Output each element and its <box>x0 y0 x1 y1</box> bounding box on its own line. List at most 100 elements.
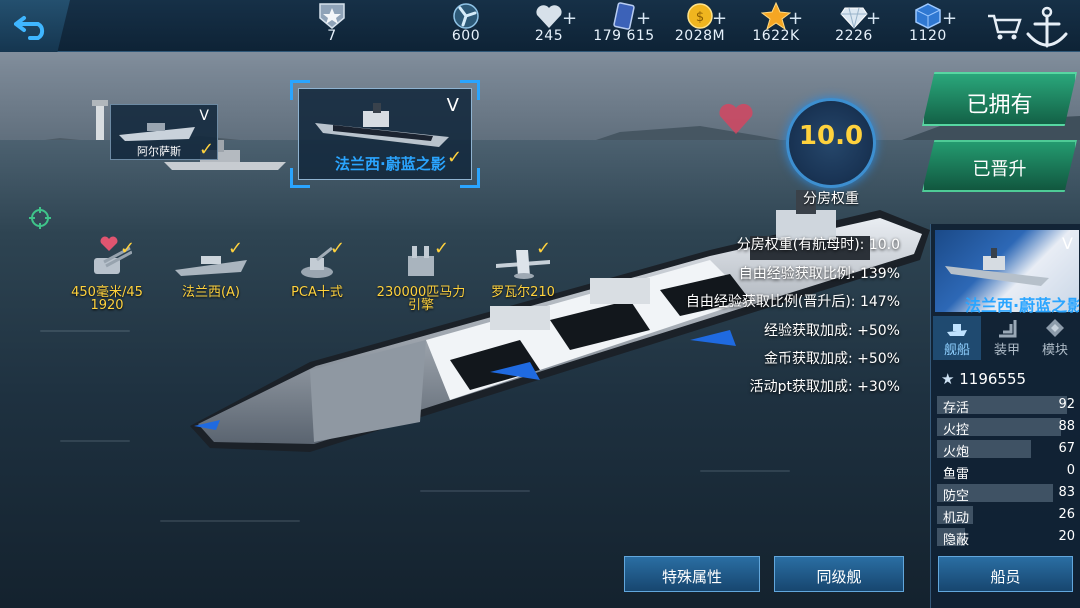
ship-name: 法兰西·蔚蓝之影 <box>335 155 446 173</box>
ship-silhouette-icon <box>945 248 1049 286</box>
equipment-aircraft[interactable]: 罗瓦尔210 <box>478 242 568 299</box>
equipment-label: 罗瓦尔210 <box>491 285 555 300</box>
check-icon: ✓ <box>447 147 463 168</box>
power-value: 1196555 <box>959 370 1027 388</box>
ship-thumbnail[interactable]: V 法兰西·蔚蓝之影 <box>935 230 1079 315</box>
selection-corner <box>290 80 310 100</box>
upgraded-label: 已晋升 <box>972 159 1027 180</box>
tab-label: 舰船 <box>943 343 970 358</box>
attribute-value: 20 <box>1058 529 1075 544</box>
add-cards-icon[interactable]: + <box>636 8 651 29</box>
attribute-row: 鱼雷 0 <box>937 462 1077 482</box>
card-icon <box>613 2 635 30</box>
ship-grade: V <box>199 108 209 124</box>
stat-label: 活动pt获取加成: <box>749 379 853 395</box>
equipment-aa[interactable]: PCA十式 <box>272 242 362 299</box>
special-attributes-button[interactable]: 特殊属性 <box>624 556 760 592</box>
add-cubes-icon[interactable]: + <box>942 8 957 29</box>
equipment-label: 引擎 <box>407 298 434 313</box>
check-icon: ✓ <box>536 238 552 259</box>
selection-corner <box>290 168 310 188</box>
ship-silhouette-icon <box>119 123 195 141</box>
rating-value: 10.0 <box>798 121 864 151</box>
attribute-label: 火炮 <box>943 445 970 460</box>
ship-grade: V <box>446 95 459 116</box>
attribute-label: 火控 <box>943 423 970 438</box>
resource-hearts[interactable]: + 245 <box>524 0 577 52</box>
gold-coin-icon: $ <box>687 3 713 29</box>
owned-label: 已拥有 <box>966 93 1033 118</box>
resource-cards[interactable]: + 179 615 <box>588 0 660 52</box>
rank-badge[interactable]: 7 <box>306 0 358 52</box>
owned-button[interactable]: 已拥有 <box>922 72 1077 126</box>
resource-gold[interactable]: $ + 2028M <box>670 0 730 52</box>
stat-value: 139% <box>859 266 900 282</box>
upgraded-button[interactable]: 已晋升 <box>922 140 1077 192</box>
tab-label: 模块 <box>1041 343 1068 358</box>
stat-label: 经验获取加成: <box>763 323 853 339</box>
attribute-label: 隐蔽 <box>943 533 970 548</box>
stat-row: 自由经验获取比例: 139% <box>739 263 900 283</box>
check-icon: ✓ <box>330 238 346 259</box>
attribute-label: 防空 <box>943 489 970 504</box>
add-gold-icon[interactable]: + <box>712 8 727 29</box>
ship-silhouette-icon <box>315 103 449 147</box>
add-stars-icon[interactable]: + <box>788 8 803 29</box>
attribute-row: 火控 88 <box>937 418 1077 438</box>
heart-decoration-icon <box>719 103 753 134</box>
stat-value: +30% <box>857 379 900 395</box>
tab-label: 装甲 <box>993 343 1020 358</box>
ship-card-selected[interactable]: V 法兰西·蔚蓝之影 ✓ <box>298 88 472 180</box>
wave <box>700 470 790 472</box>
svg-text:$: $ <box>696 10 704 25</box>
add-diamonds-icon[interactable]: + <box>866 8 881 29</box>
add-hearts-icon[interactable]: + <box>562 8 577 29</box>
fuel-value: 600 <box>451 28 481 44</box>
tab-armor[interactable]: 装甲 <box>983 316 1031 360</box>
stat-row: 经验获取加成: +50% <box>764 320 900 340</box>
attribute-value: 0 <box>1066 463 1075 478</box>
target-crosshair-icon[interactable] <box>28 206 52 230</box>
attribute-row: 机动 26 <box>937 506 1077 526</box>
same-class-label: 同级舰 <box>816 568 862 586</box>
attribute-label: 机动 <box>943 511 970 526</box>
check-icon: ✓ <box>434 238 450 259</box>
check-icon: ✓ <box>120 238 136 259</box>
equipment-engine[interactable]: 230000匹马力 引擎 <box>376 242 466 312</box>
anchor-menu-icon[interactable] <box>1020 4 1074 50</box>
same-class-button[interactable]: 同级舰 <box>774 556 904 592</box>
stat-label: 分房权重(有航母时): <box>736 237 865 253</box>
equipment-main-gun[interactable]: 450毫米/45 1920 <box>62 242 152 312</box>
resource-cubes[interactable]: + 1120 <box>902 0 957 52</box>
ship-detail-panel: V 法兰西·蔚蓝之影 舰船 装甲 模块 ★ 1196555 存活 92 火控 8… <box>930 224 1080 608</box>
stat-row: 自由经验获取比例(晋升后): 147% <box>686 291 900 311</box>
back-arrow-icon <box>14 16 45 40</box>
diamond-icon <box>840 7 868 29</box>
resource-diamonds[interactable]: + 2226 <box>826 0 882 52</box>
ship-card-alsace[interactable]: V 阿尔萨斯 ✓ <box>110 104 218 160</box>
attribute-row: 火炮 67 <box>937 440 1077 460</box>
ship-grade: V <box>1062 234 1073 253</box>
attribute-value: 26 <box>1058 507 1075 522</box>
back-button[interactable] <box>0 0 70 52</box>
power-star-icon: ★ <box>941 370 955 388</box>
top-resource-bar: 7 600 + 245 + 179 615 $ + 2028M + 1622K … <box>0 0 1080 52</box>
equipment-label: 法兰西(A) <box>181 285 241 300</box>
attribute-row: 隐蔽 20 <box>937 528 1077 548</box>
tab-ship[interactable]: 舰船 <box>933 316 981 360</box>
stat-row: 金币获取加成: +50% <box>764 348 900 368</box>
rating-circle: 10.0 <box>786 98 876 188</box>
resource-fuel[interactable]: 600 <box>440 0 492 52</box>
diamonds-value: 2226 <box>835 28 873 44</box>
heart-icon <box>536 5 562 28</box>
crew-button[interactable]: 船员 <box>938 556 1073 592</box>
resource-stars[interactable]: + 1622K <box>746 0 806 52</box>
stat-label: 自由经验获取比例(晋升后): <box>685 294 856 310</box>
cards-value: 179 615 <box>593 28 655 44</box>
shop-cart-icon[interactable] <box>986 12 1022 40</box>
combat-power: ★ 1196555 <box>941 370 1026 388</box>
tab-module[interactable]: 模块 <box>1031 316 1079 360</box>
ship-name: 法兰西·蔚蓝之影 <box>965 296 1079 315</box>
wave <box>60 440 130 442</box>
wave <box>40 330 130 332</box>
